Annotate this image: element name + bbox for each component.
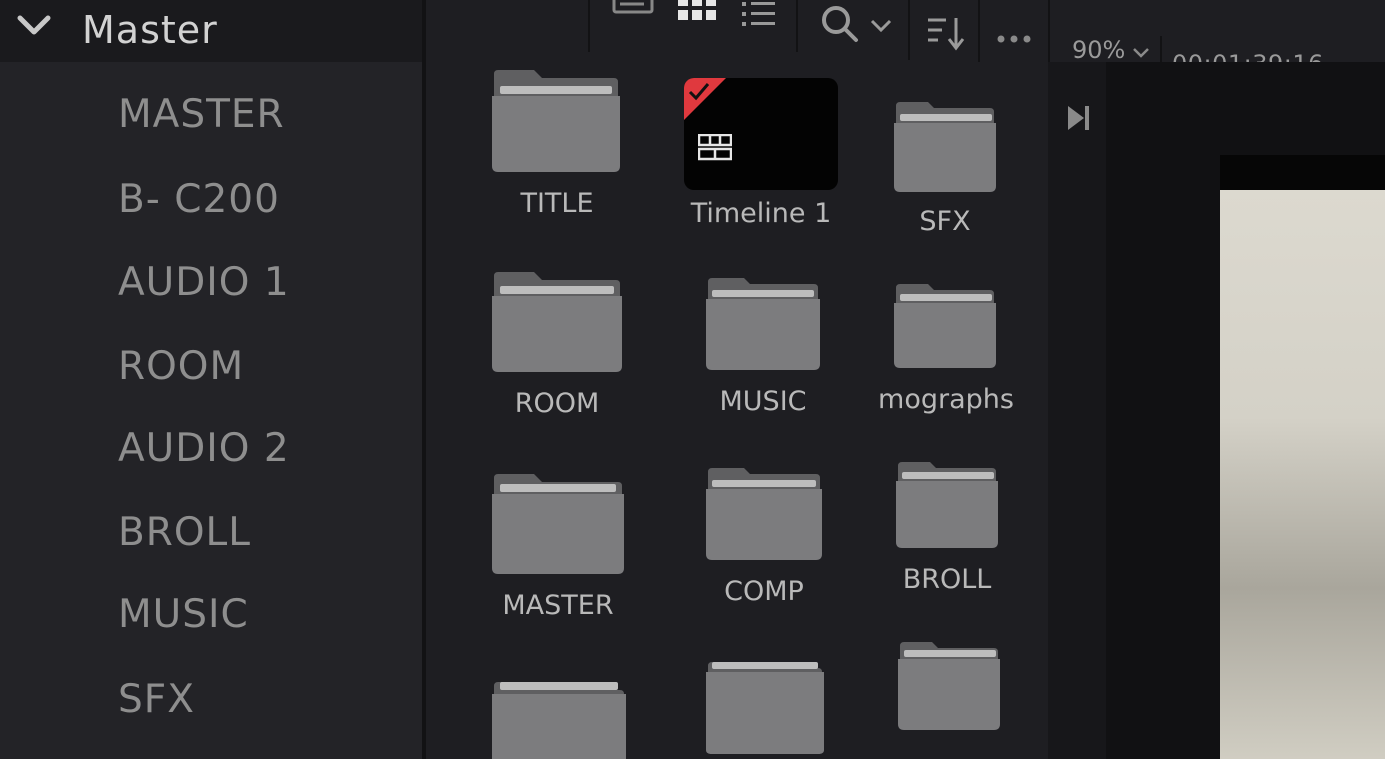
folder-label-title[interactable]: TITLE <box>520 188 593 219</box>
folder-icon[interactable] <box>704 654 826 754</box>
folder-icon[interactable] <box>894 458 1000 550</box>
toolbar-separator <box>796 0 798 52</box>
master-bin-header[interactable]: Master <box>0 0 422 62</box>
bin-item-audio-1[interactable]: AUDIO 1 <box>118 260 290 305</box>
bin-item-master[interactable]: MASTER <box>118 92 285 137</box>
folder-icon[interactable] <box>704 464 824 562</box>
timeline-label[interactable]: Timeline 1 <box>691 198 832 229</box>
chevron-down-icon[interactable] <box>16 8 52 44</box>
bin-sidebar: Master MASTER B- C200 AUDIO 1 ROOM AUDIO… <box>0 0 422 759</box>
timeline-thumbnail[interactable] <box>684 78 838 190</box>
folder-icon[interactable] <box>490 674 628 759</box>
bin-item-room[interactable]: ROOM <box>118 344 244 389</box>
sort-icon[interactable] <box>926 16 966 52</box>
folder-icon[interactable] <box>490 470 626 576</box>
folder-label-master[interactable]: MASTER <box>502 590 613 621</box>
folder-label-mographs[interactable]: mographs <box>878 384 1014 415</box>
bin-item-b-c200[interactable]: B- C200 <box>118 177 280 222</box>
folder-label-broll[interactable]: BROLL <box>903 564 992 595</box>
folder-icon[interactable] <box>892 98 998 194</box>
search-chevron-down-icon[interactable] <box>870 18 892 34</box>
folder-label-room[interactable]: ROOM <box>515 388 600 419</box>
folder-label-comp[interactable]: COMP <box>724 576 804 607</box>
grid-view-icon[interactable] <box>678 0 718 22</box>
zoom-level[interactable]: 90% <box>1072 36 1125 64</box>
bin-item-broll[interactable]: BROLL <box>118 510 251 555</box>
viewer-side-strip <box>1048 62 1106 759</box>
more-options-icon[interactable] <box>996 34 1032 44</box>
bin-item-music[interactable]: MUSIC <box>118 592 249 637</box>
folder-label-sfx[interactable]: SFX <box>919 206 970 237</box>
bin-item-audio-2[interactable]: AUDIO 2 <box>118 426 290 471</box>
folder-icon[interactable] <box>892 280 998 370</box>
skip-to-end-icon[interactable] <box>1066 104 1092 132</box>
timeline-icon <box>698 134 732 161</box>
folder-icon[interactable] <box>490 268 624 374</box>
viewer-letterbox <box>1220 155 1385 190</box>
folder-icon[interactable] <box>490 66 622 174</box>
search-icon[interactable] <box>820 4 860 44</box>
folder-icon[interactable] <box>704 274 822 372</box>
list-view-icon[interactable] <box>742 0 778 30</box>
thumbnail-view-icon[interactable] <box>612 0 656 16</box>
toolbar-separator <box>908 0 910 60</box>
bin-item-sfx[interactable]: SFX <box>118 677 195 722</box>
toolbar-separator <box>588 0 590 52</box>
folder-icon[interactable] <box>896 638 1002 732</box>
folder-label-music[interactable]: MUSIC <box>719 386 806 417</box>
zoom-chevron-down-icon[interactable] <box>1132 46 1150 60</box>
viewer-video-frame[interactable] <box>1220 190 1385 759</box>
toolbar-separator <box>978 0 980 62</box>
toolbar-separator <box>1048 0 1050 62</box>
master-bin-title: Master <box>82 8 218 52</box>
selected-badge <box>684 78 726 120</box>
